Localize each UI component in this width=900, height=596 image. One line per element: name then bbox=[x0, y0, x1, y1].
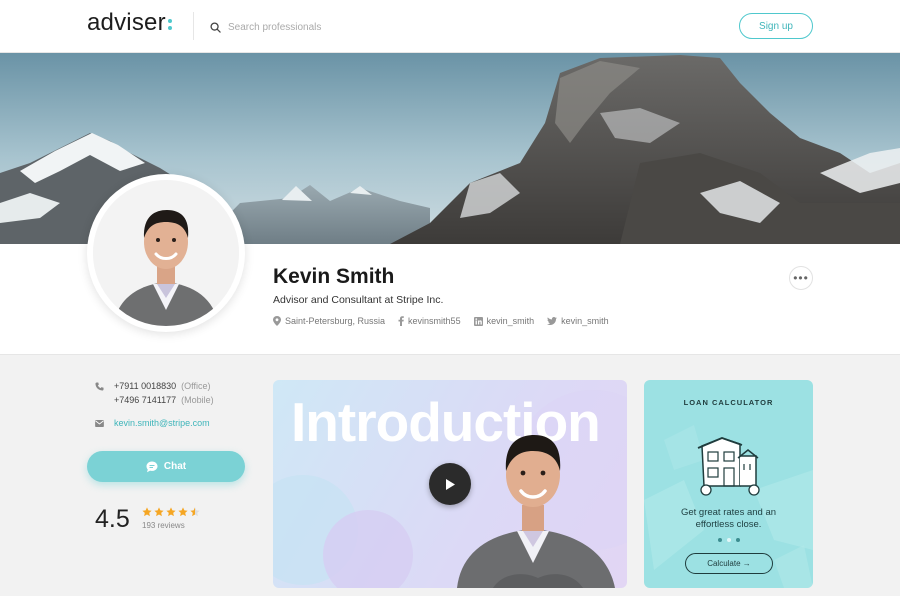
loan-description: Get great rates and an effortless close. bbox=[644, 507, 813, 531]
linkedin-link[interactable]: kevin_smith bbox=[473, 316, 535, 326]
loan-title: LOAN CALCULATOR bbox=[683, 398, 774, 407]
profile-avatar bbox=[87, 174, 245, 332]
twitter-icon bbox=[547, 317, 558, 325]
house-icon bbox=[697, 437, 760, 496]
phone-mobile-label: (Mobile) bbox=[181, 395, 214, 405]
search-icon bbox=[210, 21, 221, 33]
facebook-handle: kevinsmith55 bbox=[408, 316, 461, 326]
mail-icon bbox=[95, 419, 104, 427]
logo-text: adviser bbox=[87, 9, 166, 36]
logo[interactable]: adviser bbox=[87, 9, 174, 37]
avatar-photo bbox=[93, 180, 239, 326]
carousel-dots[interactable] bbox=[718, 538, 740, 542]
play-button[interactable] bbox=[429, 463, 471, 505]
header-divider bbox=[193, 12, 194, 40]
play-icon bbox=[446, 478, 455, 490]
review-count[interactable]: 193 reviews bbox=[142, 521, 185, 530]
twitter-link[interactable]: kevin_smith bbox=[547, 316, 609, 326]
presenter-photo bbox=[457, 435, 615, 588]
loan-calculator-card: LOAN CALCULATOR Get great rates and an e… bbox=[644, 380, 813, 588]
star-full-icon bbox=[154, 507, 164, 517]
location-text: Saint-Petersburg, Russia bbox=[285, 316, 386, 326]
star-full-icon bbox=[178, 507, 188, 517]
search-input[interactable] bbox=[228, 21, 408, 33]
phone-contacts: +7911 0018830 (Office) +7496 7141177 (Mo… bbox=[95, 381, 214, 405]
chat-button[interactable]: Chat bbox=[87, 451, 245, 482]
sign-up-button[interactable]: Sign up bbox=[739, 13, 813, 39]
linkedin-handle: kevin_smith bbox=[486, 316, 535, 326]
rating-stars bbox=[142, 507, 200, 517]
facebook-icon bbox=[398, 316, 404, 326]
chat-bubble-icon bbox=[146, 461, 158, 472]
rating-score: 4.5 bbox=[95, 505, 130, 533]
star-half-icon bbox=[190, 507, 200, 517]
search-bar bbox=[210, 18, 408, 36]
more-options-button[interactable]: ••• bbox=[789, 266, 813, 290]
top-header: adviser Sign up bbox=[0, 0, 900, 53]
profile-title: Advisor and Consultant at Stripe Inc. bbox=[273, 294, 444, 306]
location-item: Saint-Petersburg, Russia bbox=[273, 316, 385, 326]
linkedin-icon bbox=[473, 316, 483, 326]
profile-meta: Saint-Petersburg, Russia kevinsmith55 ke… bbox=[273, 316, 609, 326]
phone-office-label: (Office) bbox=[181, 381, 211, 391]
logo-colon-icon bbox=[167, 14, 174, 30]
phone-icon bbox=[95, 382, 104, 391]
location-pin-icon bbox=[273, 316, 281, 326]
phone-mobile[interactable]: +7496 7141177 bbox=[114, 395, 176, 405]
calculate-button[interactable]: Calculate → bbox=[685, 553, 773, 574]
loan-text-line-1: Get great rates and an bbox=[680, 507, 777, 518]
profile-name: Kevin Smith bbox=[273, 265, 395, 288]
facebook-link[interactable]: kevinsmith55 bbox=[398, 316, 461, 326]
star-full-icon bbox=[142, 507, 152, 517]
loan-text-line-2: effortless close. bbox=[695, 519, 762, 530]
email-link[interactable]: kevin.smith@stripe.com bbox=[114, 418, 210, 428]
star-full-icon bbox=[166, 507, 176, 517]
phone-office[interactable]: +7911 0018830 bbox=[114, 381, 176, 391]
chat-label: Chat bbox=[163, 461, 187, 472]
email-contact: kevin.smith@stripe.com bbox=[95, 418, 210, 428]
twitter-handle: kevin_smith bbox=[561, 316, 609, 326]
